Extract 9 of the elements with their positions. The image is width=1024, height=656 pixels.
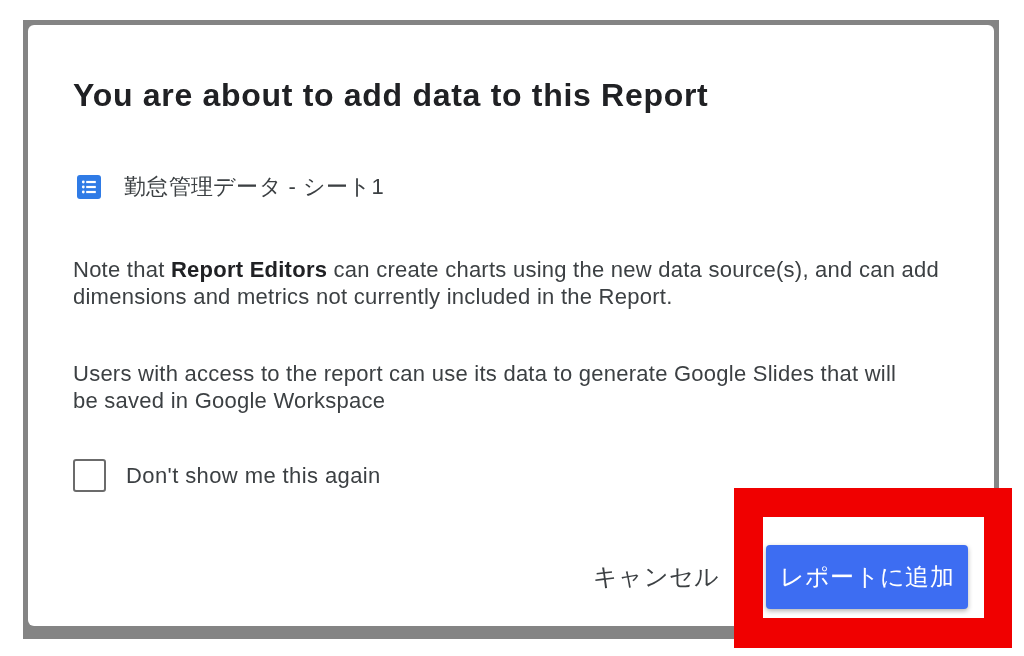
note-text: Note that Report Editors can create charts using the new data source(s), and can add dimensions and metrics not currently included in the Report. (73, 257, 940, 310)
add-to-report-button[interactable]: レポートに追加 (765, 545, 968, 609)
cancel-button[interactable]: キャンセル (586, 555, 726, 599)
dialog-title: You are about to add data to this Report (73, 77, 709, 113)
note-text: Users with access to the report can use its data to generate Google Slides that will be saved in Google Workspace (73, 361, 898, 414)
checkbox[interactable] (73, 459, 106, 492)
data-source-name: 勤怠管理データ - シート1 (124, 174, 384, 200)
list-icon (77, 175, 101, 199)
checkbox-label[interactable]: Don't show me this again (126, 462, 381, 489)
